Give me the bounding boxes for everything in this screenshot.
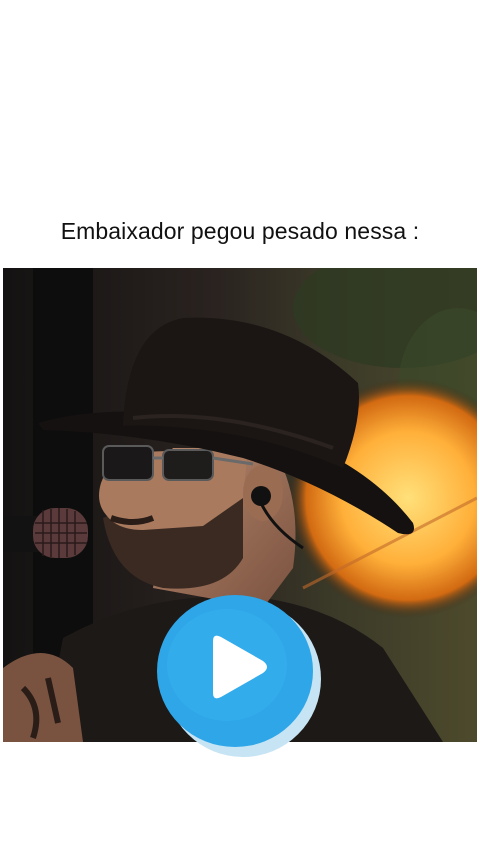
post-caption: Embaixador pegou pesado nessa : [60, 218, 420, 244]
play-button[interactable] [155, 595, 325, 760]
play-icon [157, 595, 321, 757]
